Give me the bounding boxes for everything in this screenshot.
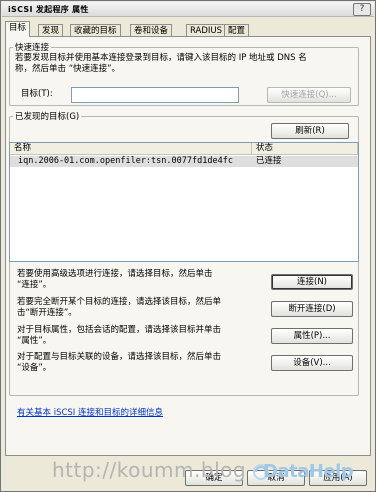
- target-status-cell: 已连接: [256, 156, 282, 166]
- properties-description-1: 对于目标属性，包括会话的配置，请选择该目标并单击: [17, 325, 222, 335]
- targets-list[interactable]: 名称 状态 iqn.2006-01.com.openfiler:tsn.0077…: [9, 142, 359, 262]
- refresh-button[interactable]: 刷新(R): [271, 123, 349, 139]
- target-label: 目标(T):: [21, 89, 53, 99]
- help-title-button[interactable]: ?: [353, 3, 371, 16]
- quick-connect-button[interactable]: 快速连接(Q)...: [267, 87, 351, 103]
- targets-list-header: 名称 状态: [10, 143, 358, 155]
- connect-description-1: 若要使用高级选项进行连接，请选择目标，然后单击: [17, 269, 213, 279]
- tab-targets[interactable]: 目标: [5, 21, 31, 37]
- devices-description-1: 对于配置与目标关联的设备，请选择该目标，然后单击: [17, 352, 222, 362]
- disconnect-description-2: 击“断开连接”。: [17, 308, 77, 318]
- quick-connect-legend: 快速连接: [15, 43, 50, 53]
- window-title: iSCSI 发起程序 属性: [8, 5, 89, 14]
- properties-description-2: “属性”。: [17, 336, 52, 346]
- quick-connect-description-2: 称，然后单击 “快速连接”。: [15, 64, 121, 74]
- datahelp-logo-text: DataHelp: [263, 461, 354, 482]
- properties-button[interactable]: 属性(P)...: [271, 328, 353, 344]
- disconnect-button[interactable]: 断开连接(D): [271, 301, 353, 317]
- column-header-name[interactable]: 名称: [10, 143, 252, 154]
- quick-connect-description-1: 若要发现目标并使用基本连接登录到目标，请键入该目标的 IP 地址或 DNS 名: [15, 53, 307, 63]
- discovered-targets-legend: 已发现的目标(G): [15, 112, 80, 122]
- target-input[interactable]: [71, 87, 239, 103]
- connect-description-2: “连接”。: [17, 280, 52, 290]
- datahelp-logo: DataHelp: [253, 459, 354, 485]
- table-row[interactable]: iqn.2006-01.com.openfiler:tsn.0077fd1de4…: [10, 156, 358, 167]
- devices-description-2: “设备”。: [17, 363, 52, 373]
- iscsi-help-link[interactable]: 有关基本 iSCSI 连接和目标的详细信息: [17, 406, 163, 418]
- column-header-status[interactable]: 状态: [252, 143, 358, 154]
- devices-button[interactable]: 设备(V)...: [271, 355, 353, 371]
- target-name-cell: iqn.2006-01.com.openfiler:tsn.0077fd1de4…: [18, 156, 233, 166]
- connect-button[interactable]: 连接(N): [271, 274, 353, 290]
- blog-url-watermark: http://koumm.blog: [52, 458, 247, 482]
- disconnect-description-1: 若要完全断开某个目标的连接，请选择该目标，然后单: [17, 297, 222, 307]
- title-bar: iSCSI 发起程序 属性 ?: [2, 2, 374, 17]
- iscsi-properties-dialog: iSCSI 发起程序 属性 ? 目标 发现 收藏的目标 卷和设备 RADIUS …: [0, 0, 376, 492]
